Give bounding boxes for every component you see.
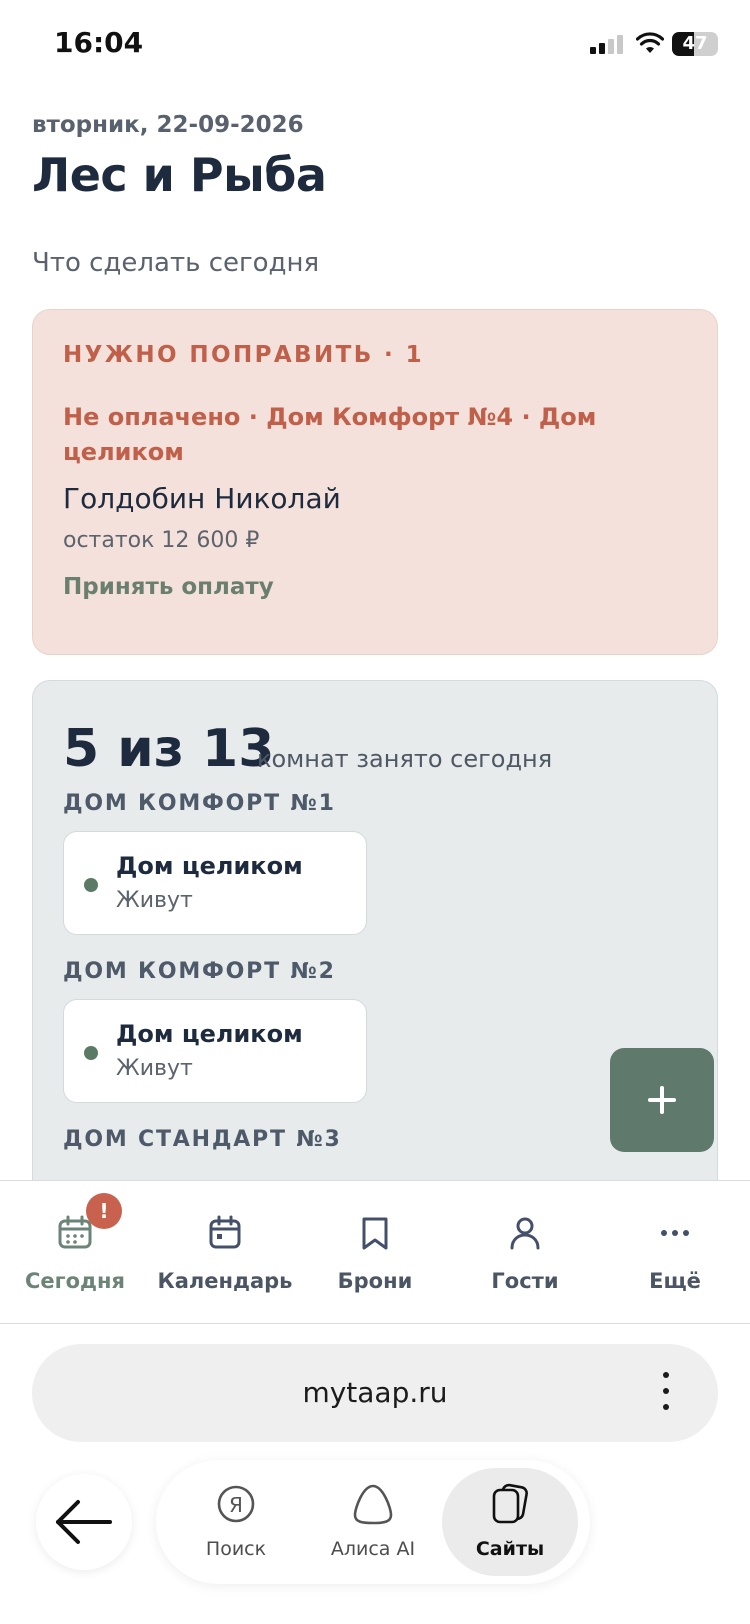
room-type: Дом целиком [116,852,303,880]
tab-label: Поиск [205,1538,267,1560]
balance-remaining: остаток 12 600 ₽ [63,528,260,553]
cellular-signal-icon [590,34,626,54]
issue-description: Не оплачено · Дом Комфорт №4 · Дом целик… [63,403,597,466]
alice-icon [353,1484,393,1525]
address-url[interactable]: mytaap.ru [32,1344,718,1442]
nav-label: Календарь [157,1269,293,1293]
more-icon [661,1230,689,1236]
tab-label: Сайты [475,1538,545,1560]
room-type: Дом целиком [116,1020,303,1048]
needs-fix-card: НУЖНО ПОПРАВИТЬ · 1 Не оплачено · Дом Ко… [32,309,718,655]
address-bar[interactable]: mytaap.ru [32,1344,718,1442]
status-time: 16:04 [54,26,144,59]
nav-item-today[interactable]: ! Сегодня [0,1181,150,1325]
nav-label: Гости [491,1269,559,1293]
room-tile[interactable]: Дом целиком Живут [63,999,367,1103]
person-icon [510,1217,540,1250]
page-title: Лес и Рыба [32,148,327,202]
tab-sites[interactable]: Сайты [442,1468,578,1576]
room-group-title: ДОМ КОМФОРТ №2 [63,959,336,984]
nav-label: Брони [337,1269,413,1293]
yandex-search-icon: Я [217,1485,255,1523]
nav-item-more[interactable]: Ещё [600,1181,750,1325]
tab-label: Алиса AI [330,1538,416,1560]
nav-label: Сегодня [24,1269,125,1293]
arrow-left-icon [56,1500,112,1544]
nav-item-calendar[interactable]: Календарь [150,1181,300,1325]
status-bar: 16:04 47 [0,0,750,90]
room-status: Живут [116,888,193,913]
room-group-title: ДОМ КОМФОРТ №1 [63,791,336,816]
occupied-status-dot [84,1046,98,1060]
bookmark-icon [362,1217,388,1250]
kebab-menu-icon[interactable] [662,1372,670,1414]
nav-item-bookings[interactable]: Брони [300,1181,450,1325]
add-button[interactable] [610,1048,714,1152]
room-group-title: ДОМ СТАНДАРТ №3 [63,1127,342,1152]
calendar-icon [209,1215,241,1249]
section-subtitle: Что сделать сегодня [32,248,320,278]
tab-alice[interactable]: Алиса AI [305,1468,441,1576]
date-label: вторник, 22-09-2026 [32,112,304,138]
nav-item-guests[interactable]: Гости [450,1181,600,1325]
needs-fix-heading: НУЖНО ПОПРАВИТЬ · 1 [63,342,425,368]
browser-tab-bar: Я Поиск Алиса AI Сайты [156,1460,590,1584]
alert-badge: ! [86,1193,122,1229]
calendar-today-icon [58,1215,92,1249]
back-button[interactable] [36,1474,132,1570]
nav-label: Ещё [649,1269,701,1293]
sites-icon [492,1483,528,1524]
accept-payment-link[interactable]: Принять оплату [63,574,274,600]
room-status: Живут [116,1056,193,1081]
tab-search[interactable]: Я Поиск [168,1468,304,1576]
bottom-nav: ! Сегодня Календарь Брони Гости Ещё [0,1180,750,1324]
battery-icon: 47 [672,32,718,56]
room-tile[interactable]: Дом целиком Живут [63,831,367,935]
svg-text:Я: Я [229,1493,243,1517]
wifi-icon [635,32,665,54]
occupancy-caption: комнат занято сегодня [257,745,553,773]
occupied-status-dot [84,878,98,892]
battery-percent: 47 [682,33,708,54]
guest-name: Голдобин Николай [63,482,341,515]
occupancy-count: 5 из 13 [63,719,275,779]
